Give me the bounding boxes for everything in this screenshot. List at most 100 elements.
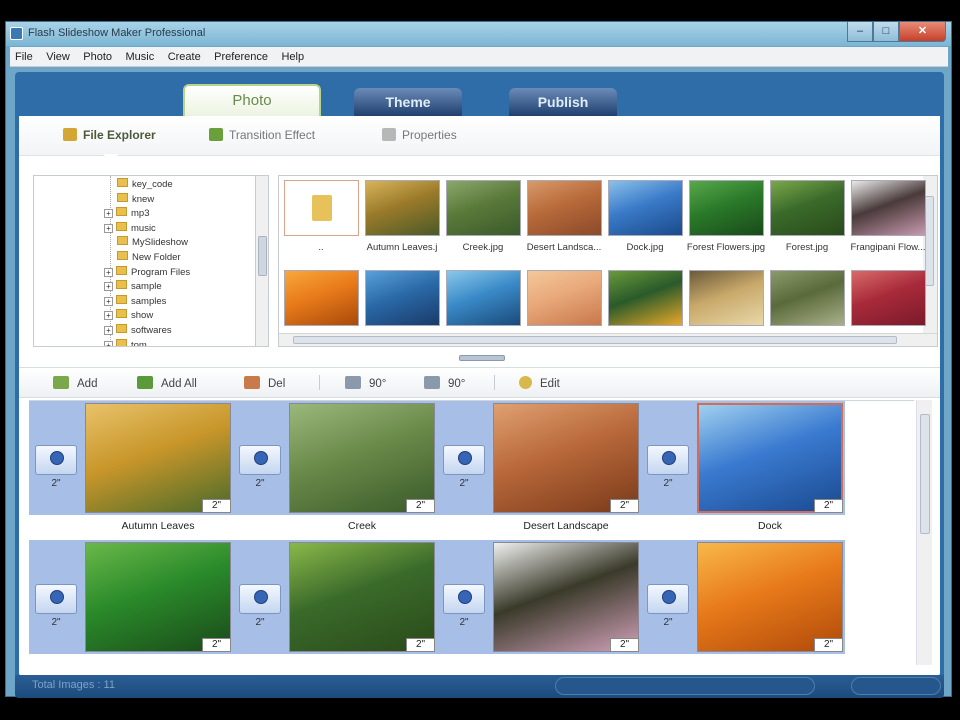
photo-thumbnail[interactable] [689,180,764,236]
rotate-right-button[interactable]: 90° [424,376,465,390]
photo-thumbnail[interactable] [770,270,845,326]
storyboard-slide[interactable]: 2" [695,540,845,654]
slide-duration[interactable]: 2" [610,638,639,652]
storyboard-slide[interactable]: 2" [695,401,845,515]
tree-folder-item[interactable]: + show [104,309,153,323]
rotate-left-button[interactable]: 90° [345,376,386,390]
photo-thumbnail[interactable] [770,180,845,236]
slide-duration[interactable]: 2" [202,638,231,652]
slide-duration[interactable]: 2" [406,499,435,513]
transition-effect-icon[interactable] [239,584,281,614]
photo-thumbnail[interactable] [689,270,764,326]
slide-duration[interactable]: 2" [202,499,231,513]
menu-create[interactable]: Create [163,48,205,63]
transition-effect-icon[interactable] [647,584,689,614]
tab-photo[interactable]: Photo [183,84,321,118]
tree-folder-item[interactable]: knew [117,192,154,207]
edit-button[interactable]: Edit [519,376,560,390]
menu-file[interactable]: File [10,48,37,63]
photo-thumbnail[interactable] [851,180,926,236]
tree-folder-item[interactable]: key_code [117,178,173,192]
transition-cell[interactable]: 2" [29,540,83,654]
photo-thumbnail[interactable] [851,270,926,326]
photo-thumbnail[interactable] [608,270,683,326]
photo-thumbnail[interactable] [608,180,683,236]
transition-cell[interactable]: 2" [437,401,491,515]
title-bar[interactable]: Flash Slideshow Maker Professional – □ ✕ [6,22,951,46]
transition-effect-icon[interactable] [443,445,485,475]
expand-toggle-icon[interactable]: + [104,326,113,335]
transition-cell[interactable]: 2" [437,540,491,654]
storyboard-slide[interactable]: 2" [287,401,437,515]
tree-folder-item[interactable]: + sample [104,280,162,294]
transition-cell[interactable]: 2" [641,401,695,515]
slide-duration[interactable]: 2" [610,499,639,513]
slide-duration[interactable]: 2" [814,638,843,652]
transition-effect-icon[interactable] [443,584,485,614]
splitter[interactable] [19,350,940,368]
transition-cell[interactable]: 2" [641,540,695,654]
parent-folder-thumbnail[interactable] [284,180,359,236]
scroll-thumb[interactable] [925,196,934,286]
transition-effect-icon[interactable] [239,445,281,475]
photo-thumbnail[interactable] [527,270,602,326]
expand-toggle-icon[interactable]: + [104,267,113,277]
storyboard-slide[interactable]: 2" [287,540,437,654]
storyboard-slide[interactable]: 2" [491,401,641,515]
tree-folder-item[interactable]: New Folder [117,251,181,265]
tree-folder-item[interactable]: MySlideshow [117,236,188,250]
expand-toggle-icon[interactable]: + [104,282,113,292]
tree-folder-item[interactable]: + music [104,221,156,236]
add-all-button[interactable]: Add All [137,376,197,390]
photo-thumbnail[interactable] [446,270,521,326]
tree-folder-item[interactable]: + samples [104,294,166,309]
storyboard-slide[interactable]: 2" [491,540,641,654]
tree-folder-item[interactable]: + softwares [104,324,172,338]
expand-toggle-icon[interactable]: + [104,311,113,321]
storyboard-slide[interactable]: 2" [83,401,233,515]
storyboard-scrollbar[interactable] [916,400,932,665]
menu-help[interactable]: Help [276,48,308,63]
scroll-thumb[interactable] [293,336,897,344]
tab-theme[interactable]: Theme [354,88,462,116]
storyboard-slide[interactable]: 2" [83,540,233,654]
photo-thumbnail[interactable] [446,180,521,236]
transition-cell[interactable]: 2" [233,540,287,654]
photo-thumbnail[interactable] [527,180,602,236]
menu-music[interactable]: Music [121,48,159,63]
transition-effect-icon[interactable] [35,445,77,475]
photo-thumbnail[interactable] [284,270,359,326]
expand-toggle-icon[interactable]: + [104,209,113,219]
scroll-thumb[interactable] [258,236,267,276]
expand-toggle-icon[interactable]: + [104,296,113,306]
transition-effect-icon[interactable] [35,584,77,614]
transition-cell[interactable]: 2" [233,401,287,515]
menu-view[interactable]: View [41,48,74,63]
scroll-thumb[interactable] [920,414,930,534]
tree-folder-item[interactable]: + tom [104,338,147,346]
slide-duration[interactable]: 2" [406,638,435,652]
minimize-button[interactable]: – [847,22,873,42]
close-button[interactable]: ✕ [899,22,946,42]
subtab-file-explorer[interactable]: File Explorer [63,128,156,142]
splitter-grip[interactable] [459,355,505,361]
menu-preference[interactable]: Preference [209,48,272,63]
folder-tree-scrollbar[interactable] [255,175,269,347]
slide-duration[interactable]: 2" [814,499,843,513]
photo-thumbnail[interactable] [365,270,440,326]
tab-publish[interactable]: Publish [509,88,617,116]
photo-thumbnail[interactable] [365,180,440,236]
menu-photo[interactable]: Photo [78,48,116,63]
add-button[interactable]: Add [53,376,97,390]
maximize-button[interactable]: □ [873,22,899,42]
delete-button[interactable]: Del [244,376,285,390]
tree-folder-item[interactable]: + mp3 [104,207,149,221]
thumbnail-horizontal-scrollbar[interactable] [279,333,937,346]
expand-toggle-icon[interactable]: + [104,340,113,346]
subtab-properties[interactable]: Properties [382,128,457,142]
transition-effect-icon[interactable] [647,445,689,475]
tree-folder-item[interactable]: + Program Files [104,265,190,280]
subtab-transition-effect[interactable]: Transition Effect [209,128,315,142]
transition-cell[interactable]: 2" [29,401,83,515]
expand-toggle-icon[interactable]: + [104,223,113,233]
